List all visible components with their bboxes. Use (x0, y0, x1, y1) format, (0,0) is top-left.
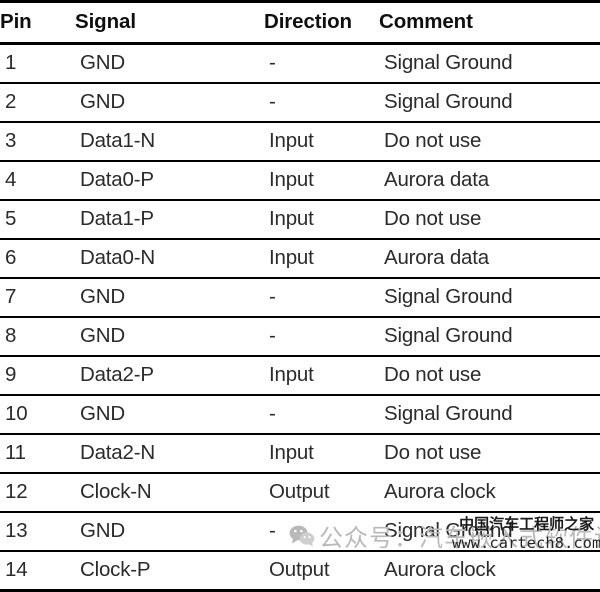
cell-pin: 5 (0, 200, 75, 240)
table-row: 3 Data1-N Input Do not use (0, 122, 600, 162)
cell-signal: Data2-N (75, 434, 264, 474)
cell-direction: Input (264, 239, 379, 279)
column-header-comment: Comment (379, 0, 600, 45)
cell-comment: Do not use (379, 200, 600, 240)
cell-signal: Data2-P (75, 356, 264, 396)
cell-signal: GND (75, 83, 264, 123)
cell-direction: Input (264, 434, 379, 474)
table-row: 5 Data1-P Input Do not use (0, 200, 600, 240)
table-row: 4 Data0-P Input Aurora data (0, 161, 600, 201)
cell-signal: GND (75, 317, 264, 357)
cell-pin: 7 (0, 278, 75, 318)
cell-pin: 10 (0, 395, 75, 435)
cell-direction: - (264, 83, 379, 123)
cell-signal: Data1-P (75, 200, 264, 240)
table-row: 6 Data0-N Input Aurora data (0, 239, 600, 279)
cell-pin: 9 (0, 356, 75, 396)
table-row: 1 GND - Signal Ground (0, 43, 600, 84)
table-row: 2 GND - Signal Ground (0, 83, 600, 123)
cell-comment: Do not use (379, 122, 600, 162)
cell-signal: Data0-N (75, 239, 264, 279)
column-header-signal: Signal (75, 0, 264, 45)
cell-pin: 3 (0, 122, 75, 162)
cell-pin: 8 (0, 317, 75, 357)
cell-signal: Clock-P (75, 551, 264, 592)
table-row: 12 Clock-N Output Aurora clock (0, 473, 600, 513)
cell-comment: Signal Ground (379, 395, 600, 435)
cell-comment: Aurora clock (379, 473, 600, 513)
cell-pin: 4 (0, 161, 75, 201)
table-row: 7 GND - Signal Ground (0, 278, 600, 318)
cell-comment: Do not use (379, 356, 600, 396)
cell-comment: Do not use (379, 434, 600, 474)
cell-comment: Aurora data (379, 161, 600, 201)
cell-signal: GND (75, 512, 264, 552)
table-row: 13 GND - Signal Ground (0, 512, 600, 552)
table-row: 11 Data2-N Input Do not use (0, 434, 600, 474)
pin-assignment-table-container: Pin Signal Direction Comment 1 GND - Sig… (0, 0, 600, 592)
cell-direction: Input (264, 356, 379, 396)
cell-direction: Input (264, 122, 379, 162)
cell-comment: Signal Ground (379, 512, 600, 552)
cell-signal: GND (75, 43, 264, 84)
cell-comment: Aurora clock (379, 551, 600, 592)
table-header-row: Pin Signal Direction Comment (0, 0, 600, 45)
cell-signal: Clock-N (75, 473, 264, 513)
cell-pin: 14 (0, 551, 75, 592)
pin-assignment-table: Pin Signal Direction Comment 1 GND - Sig… (0, 0, 600, 592)
cell-signal: Data1-N (75, 122, 264, 162)
table-row: 14 Clock-P Output Aurora clock (0, 551, 600, 592)
column-header-direction: Direction (264, 0, 379, 45)
cell-direction: Output (264, 473, 379, 513)
cell-comment: Signal Ground (379, 278, 600, 318)
column-header-pin: Pin (0, 0, 75, 45)
cell-signal: Data0-P (75, 161, 264, 201)
cell-comment: Signal Ground (379, 43, 600, 84)
table-row: 8 GND - Signal Ground (0, 317, 600, 357)
cell-direction: - (264, 395, 379, 435)
cell-pin: 6 (0, 239, 75, 279)
table-header: Pin Signal Direction Comment (0, 0, 600, 45)
cell-pin: 2 (0, 83, 75, 123)
cell-pin: 11 (0, 434, 75, 474)
cell-pin: 13 (0, 512, 75, 552)
cell-direction: Input (264, 200, 379, 240)
table-body: 1 GND - Signal Ground 2 GND - Signal Gro… (0, 43, 600, 592)
cell-comment: Aurora data (379, 239, 600, 279)
table-row: 10 GND - Signal Ground (0, 395, 600, 435)
cell-comment: Signal Ground (379, 83, 600, 123)
cell-pin: 12 (0, 473, 75, 513)
cell-direction: - (264, 278, 379, 318)
cell-direction: Input (264, 161, 379, 201)
cell-signal: GND (75, 278, 264, 318)
cell-comment: Signal Ground (379, 317, 600, 357)
cell-direction: - (264, 317, 379, 357)
cell-signal: GND (75, 395, 264, 435)
cell-direction: - (264, 43, 379, 84)
table-row: 9 Data2-P Input Do not use (0, 356, 600, 396)
cell-pin: 1 (0, 43, 75, 84)
cell-direction: - (264, 512, 379, 552)
cell-direction: Output (264, 551, 379, 592)
